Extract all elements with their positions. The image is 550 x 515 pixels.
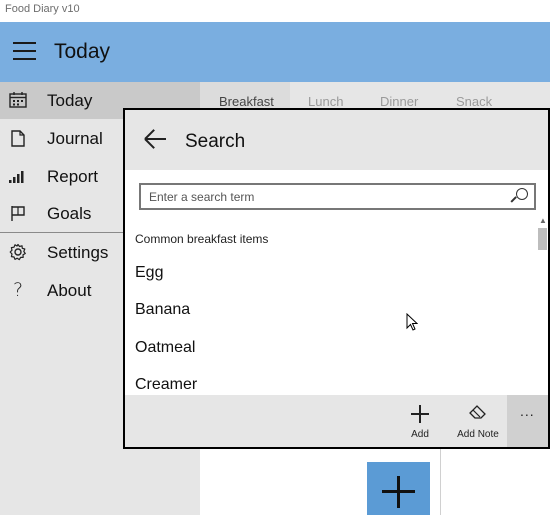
window-title: Food Diary v10 (5, 3, 80, 15)
search-box[interactable] (139, 183, 536, 210)
sidebar-item-label: Today (47, 91, 93, 110)
search-input[interactable] (149, 188, 509, 206)
add-icon (411, 405, 429, 423)
add-button-label: Add (411, 429, 429, 440)
sidebar-item-label: About (47, 281, 92, 300)
mouse-cursor-icon (406, 313, 418, 331)
hamburger-menu-icon[interactable] (13, 42, 36, 62)
window-titlebar: Food Diary v10 (0, 0, 550, 22)
add-entry-button[interactable] (367, 462, 430, 515)
search-dialog-title: Search (185, 131, 246, 152)
scrollbar[interactable]: ▲ (537, 214, 548, 394)
question-icon: ? (12, 279, 24, 301)
page-title: Today (54, 40, 111, 63)
command-bar: Add Add Note ... (125, 395, 548, 447)
scroll-up-icon[interactable]: ▲ (539, 216, 547, 225)
back-arrow-icon[interactable] (143, 128, 169, 150)
add-note-button[interactable]: Add Note (451, 395, 505, 447)
search-icon[interactable] (510, 188, 529, 206)
search-dialog: Search Common breakfast items Egg Banana… (123, 108, 550, 449)
more-options-icon: ... (520, 403, 535, 419)
flag-icon (9, 204, 27, 222)
sidebar-item-label: Report (47, 167, 99, 186)
sidebar-item-label: Journal (47, 129, 103, 148)
scrollbar-thumb[interactable] (538, 228, 547, 250)
list-item[interactable]: Egg (135, 264, 163, 282)
list-item[interactable]: Oatmeal (135, 339, 195, 357)
document-icon (9, 129, 27, 147)
tab-snack[interactable]: Snack (456, 94, 492, 109)
list-item[interactable]: Creamer (135, 376, 197, 394)
sidebar-item-label: Settings (47, 243, 109, 262)
eraser-icon (468, 405, 488, 421)
section-label: Common breakfast items (135, 232, 269, 246)
app-header: Today (0, 22, 550, 82)
add-button[interactable]: Add (400, 395, 440, 447)
tab-dinner[interactable]: Dinner (380, 94, 418, 109)
tab-breakfast[interactable]: Breakfast (219, 94, 274, 109)
plus-icon-bar (382, 490, 415, 493)
more-options-button[interactable]: ... (507, 395, 548, 447)
search-dialog-header: Search (125, 110, 548, 170)
bar-chart-icon (9, 167, 27, 185)
calendar-icon (9, 91, 27, 109)
sidebar-item-label: Goals (47, 204, 92, 223)
list-item[interactable]: Banana (135, 301, 190, 319)
tab-lunch[interactable]: Lunch (308, 94, 343, 109)
gear-icon (9, 243, 27, 261)
add-note-button-label: Add Note (457, 429, 499, 440)
